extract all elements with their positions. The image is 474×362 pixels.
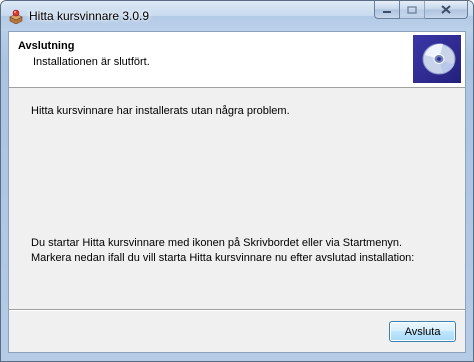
page-subtitle: Installationen är slutfört. [33, 56, 150, 68]
header-image [413, 35, 461, 83]
close-button[interactable] [425, 1, 468, 19]
finish-button[interactable]: Avsluta [389, 321, 456, 342]
launch-option-text: Markera nedan ifall du vill starta Hitta… [31, 252, 415, 264]
page-title: Avslutning [18, 40, 75, 52]
maximize-icon [407, 5, 417, 14]
install-success-message: Hitta kursvinnare har installerats utan … [31, 105, 290, 117]
footer-divider [9, 309, 465, 311]
dialog-client-area: Avslutning Installationen är slutfört. H… [8, 31, 466, 353]
close-icon [441, 5, 451, 14]
maximize-button[interactable] [400, 1, 425, 19]
wizard-header: Avslutning Installationen är slutfört. [9, 32, 465, 88]
caption-buttons [374, 1, 468, 20]
cd-disc-icon [422, 43, 456, 75]
installer-window: Hitta kursvinnare 3.0.9 Avslutning Insta… [0, 0, 474, 362]
minimize-icon [383, 10, 391, 13]
installer-box-icon [8, 8, 24, 25]
start-info-text: Du startar Hitta kursvinnare med ikonen … [31, 237, 403, 249]
window-title: Hitta kursvinnare 3.0.9 [29, 9, 150, 23]
minimize-button[interactable] [374, 1, 400, 19]
title-bar[interactable]: Hitta kursvinnare 3.0.9 [1, 1, 473, 31]
